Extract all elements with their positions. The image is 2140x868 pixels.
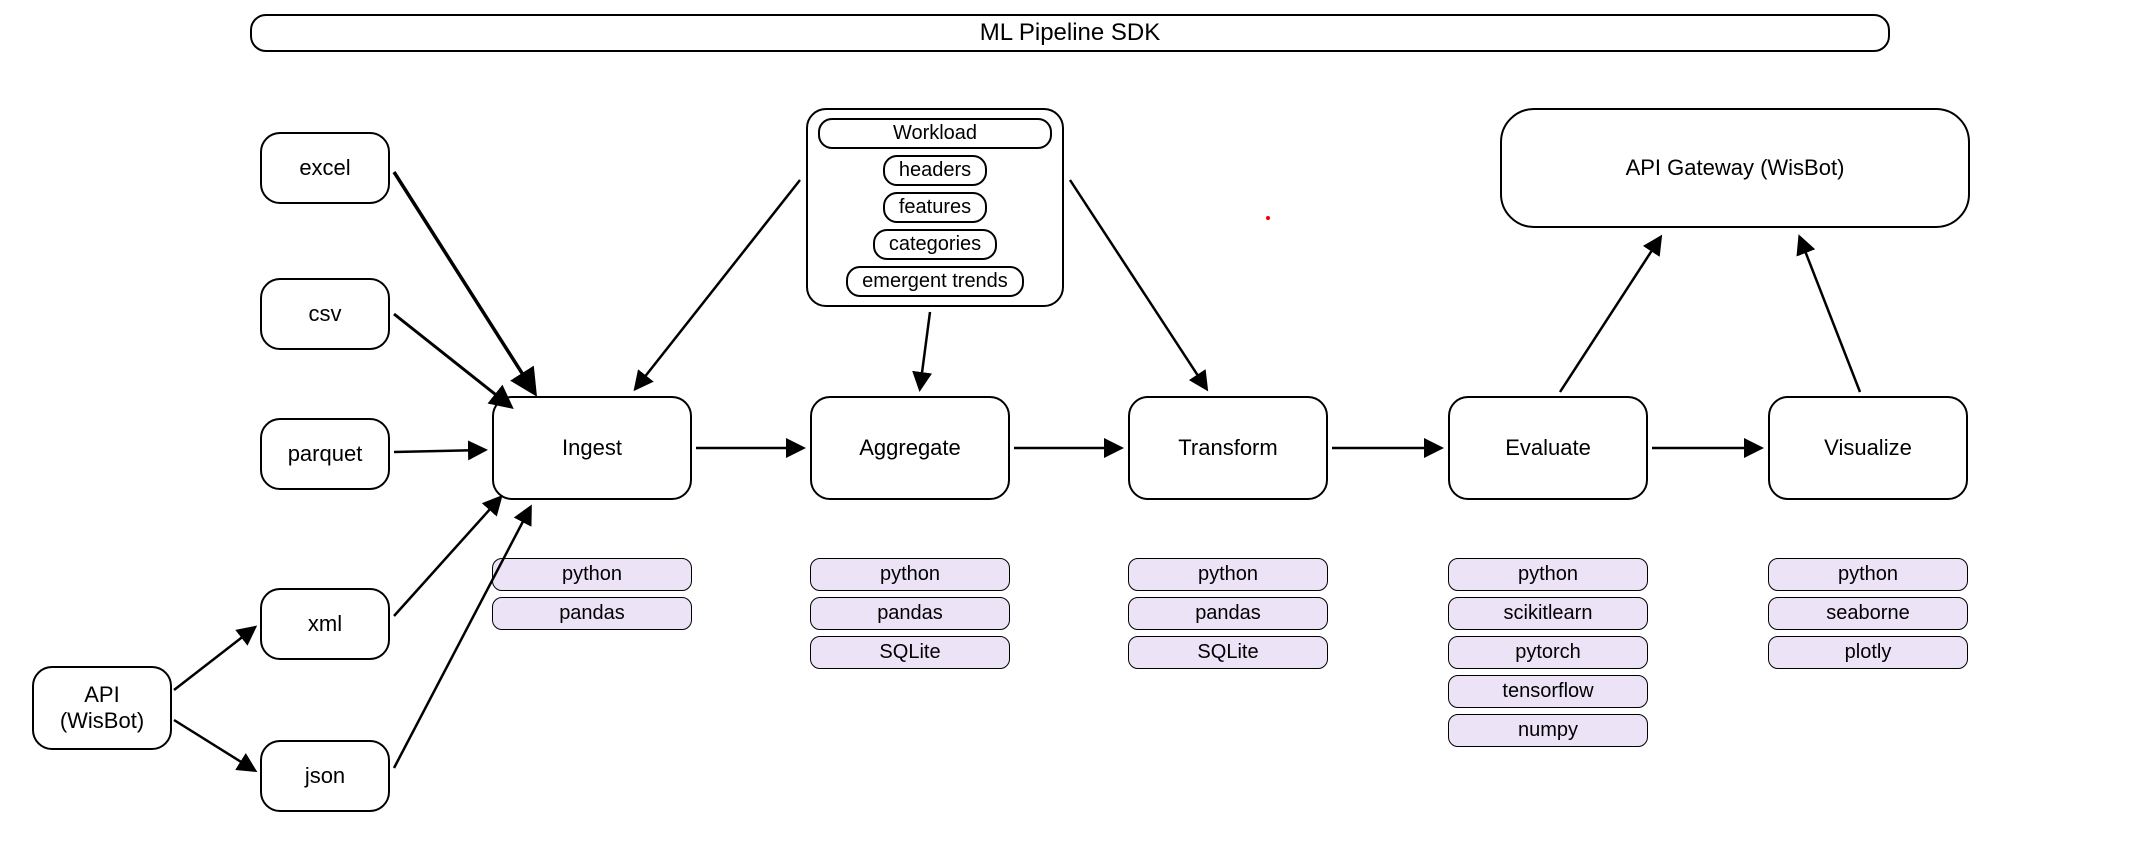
tech-aggregate: python pandas SQLite: [810, 558, 1010, 669]
node-api-gateway: API Gateway (WisBot): [1500, 108, 1970, 228]
workload-item-headers: headers: [883, 155, 987, 186]
title-bar: ML Pipeline SDK: [250, 14, 1890, 52]
transform-label: Transform: [1178, 435, 1277, 461]
tech-ingest-1: pandas: [492, 597, 692, 630]
json-label: json: [305, 763, 345, 789]
node-excel: excel: [260, 132, 390, 204]
node-evaluate: Evaluate: [1448, 396, 1648, 500]
tech-evaluate: python scikitlearn pytorch tensorflow nu…: [1448, 558, 1648, 747]
workload-title: Workload: [818, 118, 1052, 149]
node-ingest: Ingest: [492, 396, 692, 500]
aggregate-label: Aggregate: [859, 435, 961, 461]
title-text: ML Pipeline SDK: [980, 19, 1161, 47]
evaluate-label: Evaluate: [1505, 435, 1591, 461]
node-aggregate: Aggregate: [810, 396, 1010, 500]
node-api-source: API (WisBot): [32, 666, 172, 750]
tech-visualize-0: python: [1768, 558, 1968, 591]
visualize-label: Visualize: [1824, 435, 1912, 461]
red-dot-artifact: [1266, 216, 1270, 220]
tech-transform: python pandas SQLite: [1128, 558, 1328, 669]
node-xml: xml: [260, 588, 390, 660]
tech-transform-1: pandas: [1128, 597, 1328, 630]
diagram-canvas: ML Pipeline SDK API (WisBot) excel csv p…: [0, 0, 2140, 868]
tech-visualize: python seaborne plotly: [1768, 558, 1968, 669]
tech-evaluate-2: pytorch: [1448, 636, 1648, 669]
xml-label: xml: [308, 611, 342, 637]
gateway-label: API Gateway (WisBot): [1626, 155, 1845, 181]
parquet-label: parquet: [288, 441, 363, 467]
tech-evaluate-1: scikitlearn: [1448, 597, 1648, 630]
node-csv: csv: [260, 278, 390, 350]
tech-ingest: python pandas: [492, 558, 692, 630]
tech-transform-2: SQLite: [1128, 636, 1328, 669]
node-json: json: [260, 740, 390, 812]
workload-item-categories: categories: [873, 229, 997, 260]
csv-label: csv: [309, 301, 342, 327]
workload-item-features: features: [883, 192, 987, 223]
node-visualize: Visualize: [1768, 396, 1968, 500]
tech-visualize-1: seaborne: [1768, 597, 1968, 630]
workload-item-emergent: emergent trends: [846, 266, 1024, 297]
tech-transform-0: python: [1128, 558, 1328, 591]
tech-evaluate-3: tensorflow: [1448, 675, 1648, 708]
tech-evaluate-0: python: [1448, 558, 1648, 591]
api-source-label: API (WisBot): [60, 682, 144, 735]
tech-ingest-0: python: [492, 558, 692, 591]
node-parquet: parquet: [260, 418, 390, 490]
tech-evaluate-4: numpy: [1448, 714, 1648, 747]
workload-box: Workload headers features categories eme…: [806, 108, 1064, 307]
tech-aggregate-1: pandas: [810, 597, 1010, 630]
excel-label: excel: [299, 155, 350, 181]
tech-visualize-2: plotly: [1768, 636, 1968, 669]
ingest-label: Ingest: [562, 435, 622, 461]
tech-aggregate-0: python: [810, 558, 1010, 591]
node-transform: Transform: [1128, 396, 1328, 500]
tech-aggregate-2: SQLite: [810, 636, 1010, 669]
